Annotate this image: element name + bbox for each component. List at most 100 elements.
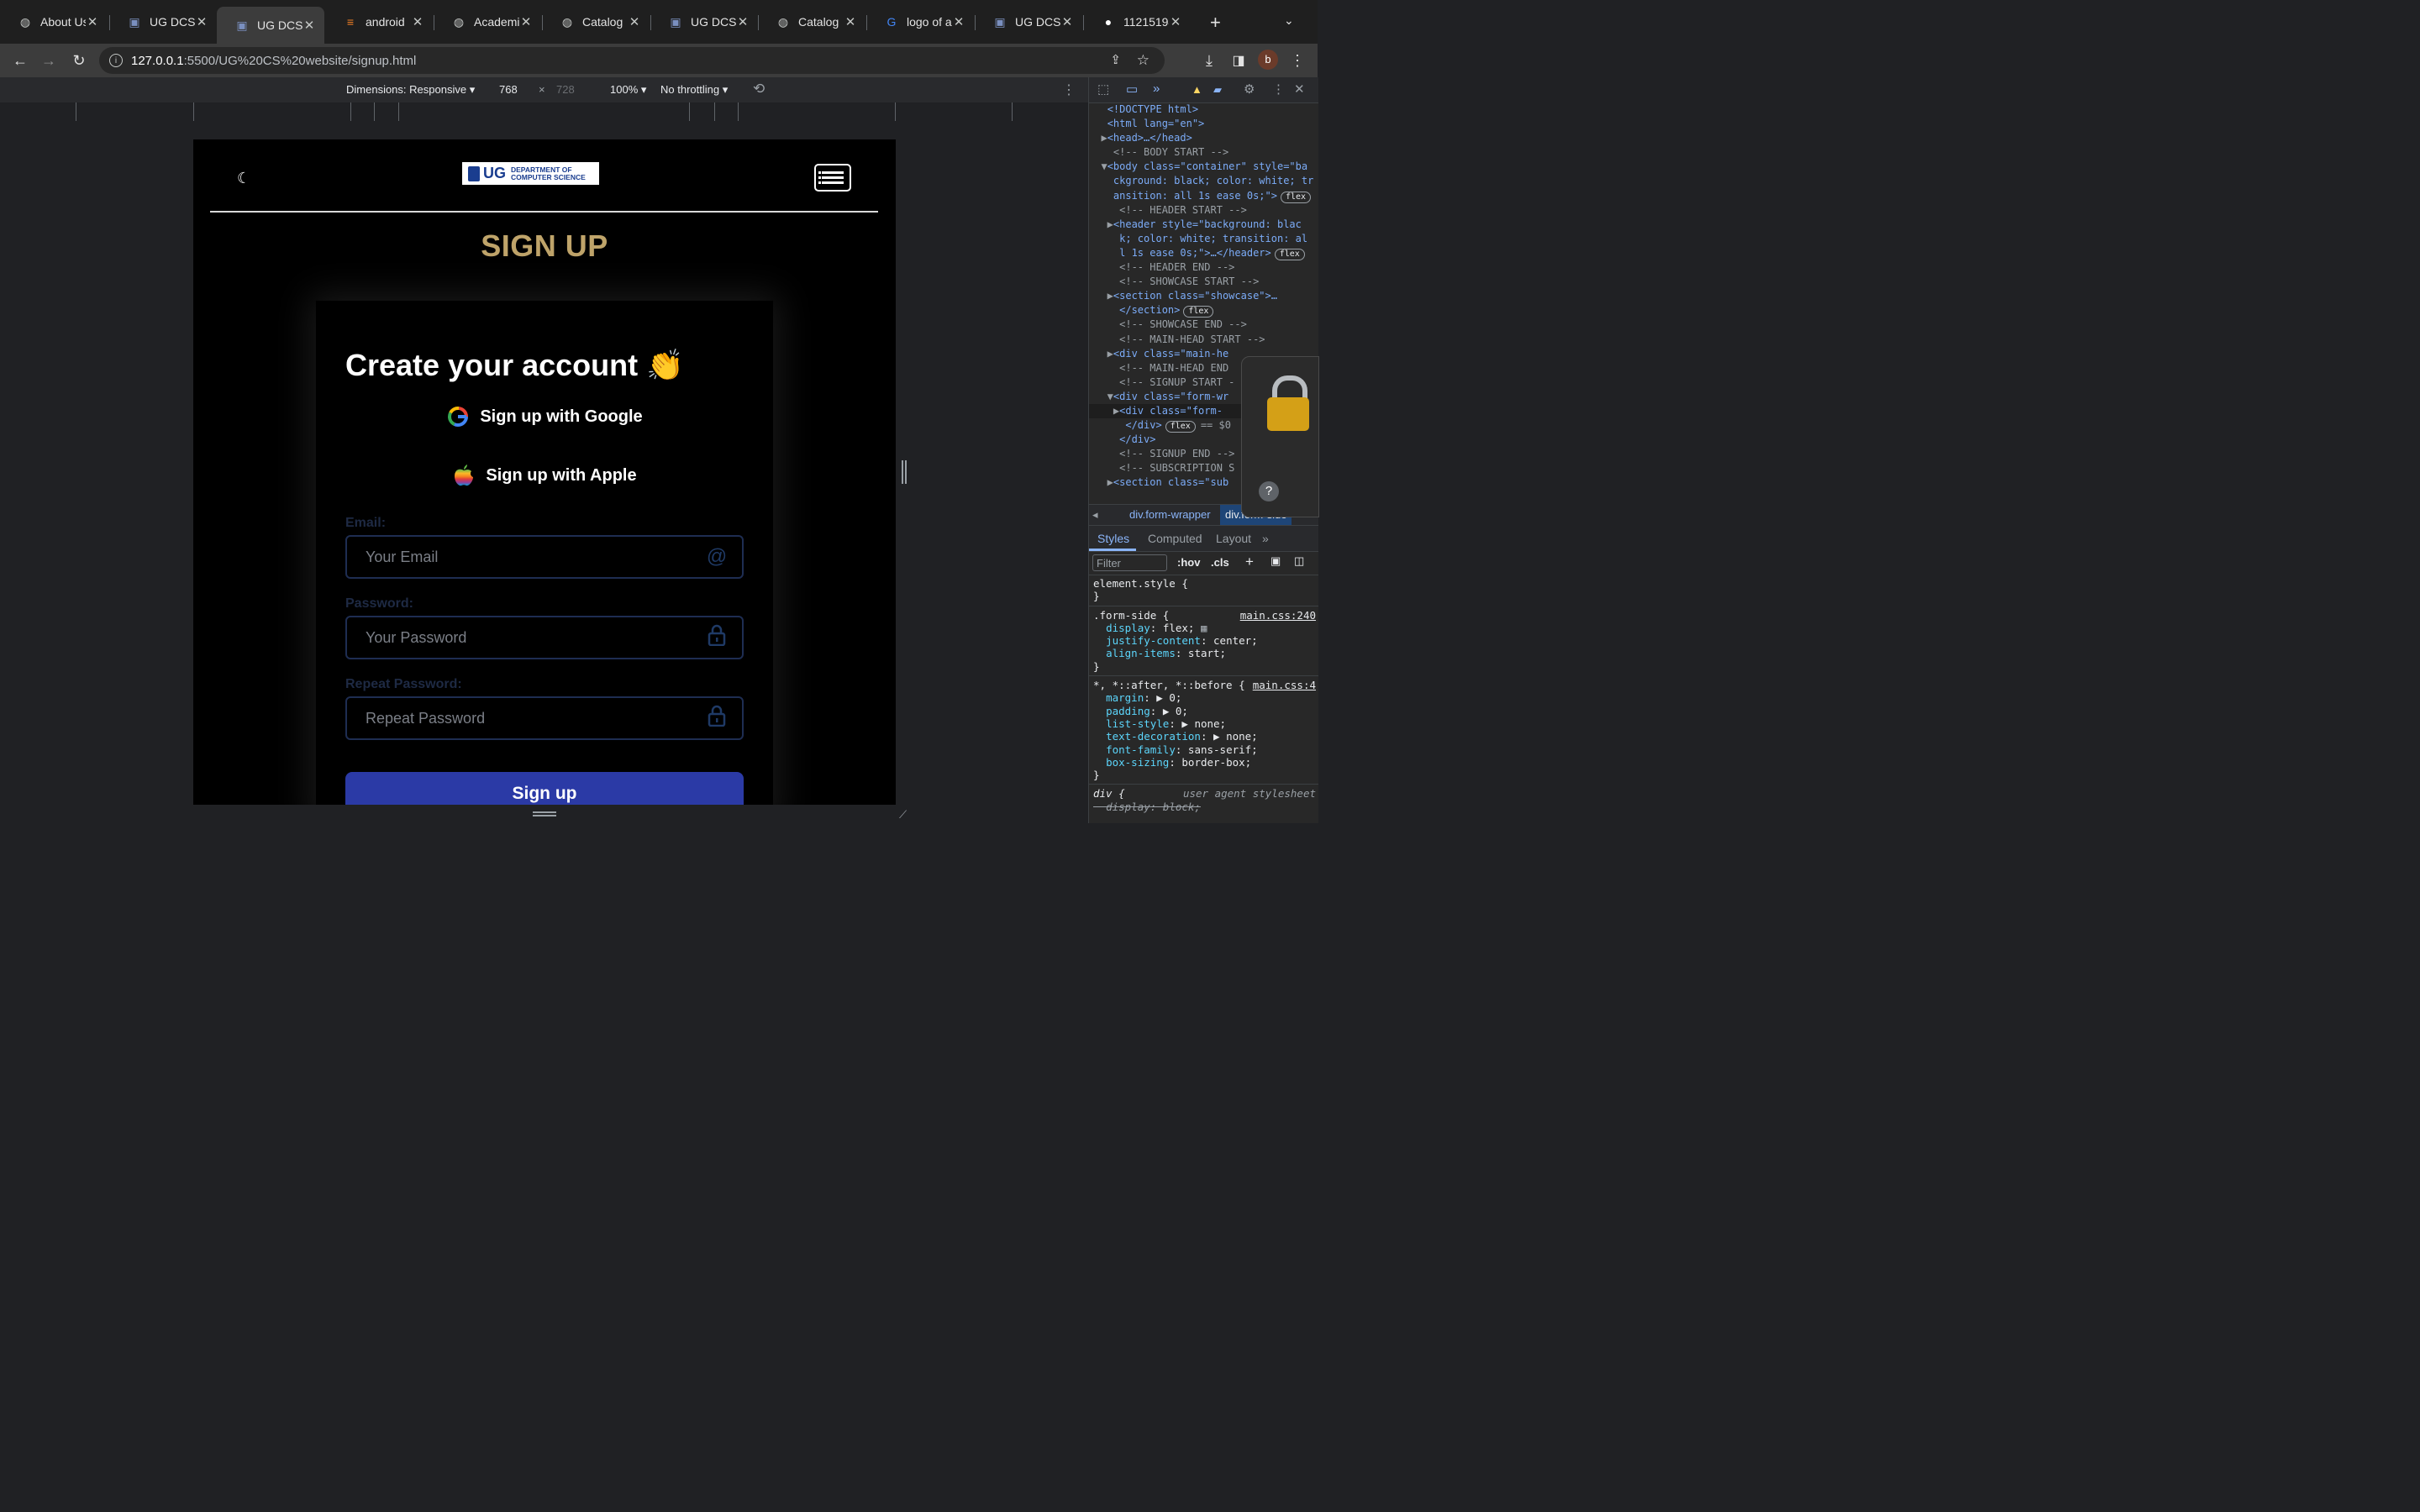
close-tab-icon[interactable]: ✕	[952, 14, 965, 29]
close-tab-icon[interactable]: ✕	[1169, 14, 1182, 29]
throttling-dropdown[interactable]: No throttling ▾	[660, 83, 728, 97]
dom-node-line[interactable]: </section> flex	[1089, 303, 1318, 318]
close-tab-icon[interactable]: ✕	[1060, 14, 1074, 29]
more-panels-icon[interactable]: »	[1153, 81, 1160, 96]
dom-node-line[interactable]: ▼<body class="container" style="ba	[1089, 160, 1318, 174]
browser-tab[interactable]: ◍ About Us ✕	[0, 7, 108, 37]
tab-computed[interactable]: Computed	[1148, 532, 1202, 545]
flex-badge[interactable]: flex	[1274, 248, 1305, 260]
inspect-element-icon[interactable]: ⬚	[1097, 81, 1109, 97]
dom-node-line[interactable]: <!-- SHOWCASE END -->	[1089, 318, 1318, 332]
download-icon[interactable]: ⤓	[1197, 49, 1221, 72]
toggle-sidebar-icon[interactable]: ◫	[1294, 554, 1304, 568]
dom-node-line[interactable]: <!DOCTYPE html>	[1089, 102, 1318, 117]
close-tab-icon[interactable]: ✕	[195, 14, 208, 29]
browser-tab[interactable]: ◍ Academi ✕	[434, 7, 541, 37]
address-bar[interactable]: i 127.0.0.1:5500/UG%20CS%20website/signu…	[99, 47, 1165, 74]
dom-node-line[interactable]: ▶<head>…</head>	[1089, 131, 1318, 145]
device-toggle-icon[interactable]: ▭	[1126, 81, 1138, 97]
browser-tab[interactable]: ▣ UG DCS ✕	[650, 7, 758, 37]
dom-node-line[interactable]: ▶<section class="showcase">…	[1089, 289, 1318, 303]
help-question-icon[interactable]: ?	[1259, 481, 1279, 501]
devtools-menu-icon[interactable]: ⋮	[1272, 81, 1285, 97]
profile-avatar[interactable]: b	[1258, 50, 1278, 70]
bookmark-star-icon[interactable]: ☆	[1137, 52, 1150, 69]
menu-button[interactable]	[814, 164, 851, 192]
flex-badge[interactable]: flex	[1280, 191, 1312, 203]
forward-arrow-icon[interactable]: →	[37, 49, 60, 72]
flex-badge[interactable]: flex	[1165, 421, 1196, 433]
tab-search-chevron-icon[interactable]: ⌄	[1284, 13, 1294, 28]
crumb-form-wrapper[interactable]: div.form-wrapper	[1129, 508, 1211, 521]
dom-node-line[interactable]: <!-- MAIN-HEAD START -->	[1089, 333, 1318, 347]
close-tab-icon[interactable]: ✕	[86, 14, 99, 29]
browser-tab[interactable]: ▣ UG DCS ✕	[975, 7, 1082, 37]
media-query-ruler[interactable]	[0, 102, 1088, 122]
apple-signup-button[interactable]: Sign up with Apple	[316, 464, 773, 487]
class-toggle[interactable]: .cls	[1211, 556, 1229, 569]
browser-tab[interactable]: ◍ Catalog ✕	[542, 7, 650, 37]
close-tab-icon[interactable]: ✕	[628, 14, 641, 29]
width-input[interactable]: 768	[499, 83, 518, 96]
dom-node-line[interactable]: <!-- HEADER START -->	[1089, 203, 1318, 218]
dom-node-line[interactable]: k; color: white; transition: al	[1089, 232, 1318, 246]
url-text[interactable]: 127.0.0.1:5500/UG%20CS%20website/signup.…	[131, 54, 416, 68]
repeat-password-field[interactable]: Repeat Password	[345, 696, 744, 740]
close-tab-icon[interactable]: ✕	[736, 14, 750, 29]
settings-gear-icon[interactable]: ⚙	[1244, 81, 1255, 97]
password-manager-popup[interactable]: ?	[1241, 356, 1319, 517]
browser-tab[interactable]: ▣ UG DCS ✕	[109, 7, 217, 37]
warning-icon[interactable]: ▲	[1192, 83, 1202, 96]
viewport-resize-handle-corner[interactable]: ⟋	[899, 808, 907, 822]
back-arrow-icon[interactable]: ←	[8, 49, 32, 72]
site-info-icon[interactable]: i	[109, 54, 123, 67]
viewport-resize-handle-bottom[interactable]	[533, 811, 556, 816]
google-signup-button[interactable]: Sign up with Google	[316, 405, 773, 428]
browser-tab[interactable]: ● 11215194✕	[1083, 7, 1191, 37]
close-tab-icon[interactable]: ✕	[302, 18, 316, 33]
browser-menu-icon[interactable]: ⋮	[1286, 49, 1309, 72]
browser-tab[interactable]: ≡ android ✕	[325, 7, 433, 37]
crumb-scroll-left-icon[interactable]: ◂	[1092, 508, 1098, 522]
dom-node-line[interactable]: <!-- SHOWCASE START -->	[1089, 275, 1318, 289]
dom-node-line[interactable]: <!-- HEADER END -->	[1089, 260, 1318, 275]
dom-node-line[interactable]: <!-- BODY START -->	[1089, 145, 1318, 160]
dom-node-line[interactable]: <html lang="en">	[1089, 117, 1318, 131]
viewport-resize-handle-right[interactable]	[902, 460, 907, 484]
tab-styles[interactable]: Styles	[1097, 532, 1129, 545]
email-field[interactable]: Your Email @	[345, 535, 744, 579]
issues-icon[interactable]: ▰	[1213, 83, 1222, 97]
styles-filter-input[interactable]: Filter	[1092, 554, 1167, 571]
rule-universal[interactable]: *, *::after, *::before {main.css:4	[1093, 679, 1318, 691]
rule-div-ua[interactable]: div {user agent stylesheet	[1093, 787, 1318, 800]
reload-icon[interactable]: ↻	[67, 49, 91, 72]
zoom-dropdown[interactable]: 100% ▾	[610, 83, 646, 97]
rule-source-link[interactable]: main.css:240	[1240, 609, 1316, 622]
dom-node-line[interactable]: ansition: all 1s ease 0s;"> flex	[1089, 189, 1318, 203]
browser-tab[interactable]: ▣ UG DCS ✕	[217, 7, 324, 44]
dom-node-line[interactable]: ▶<header style="background: blac	[1089, 218, 1318, 232]
password-field[interactable]: Your Password	[345, 616, 744, 659]
dimensions-dropdown[interactable]: Dimensions: Responsive ▾	[346, 83, 475, 97]
new-rule-icon[interactable]: +	[1245, 554, 1254, 570]
browser-tab[interactable]: Glogo of a ✕	[866, 7, 974, 37]
moon-icon[interactable]: ☾	[237, 170, 250, 187]
paint-icon[interactable]: ▣	[1270, 554, 1281, 568]
tab-layout[interactable]: Layout	[1216, 532, 1251, 545]
device-options-icon[interactable]: ⋮	[1062, 81, 1076, 98]
rotate-icon[interactable]: ⟲	[753, 81, 765, 97]
rule-form-side[interactable]: .form-side {main.css:240	[1093, 609, 1318, 622]
hover-state-toggle[interactable]: :hov	[1177, 556, 1200, 569]
dom-node-line[interactable]: ckground: black; color: white; tr	[1089, 174, 1318, 188]
flex-badge[interactable]: flex	[1183, 306, 1214, 318]
rule-source-link[interactable]: main.css:4	[1253, 679, 1316, 691]
flex-editor-icon[interactable]: ▦	[1201, 622, 1207, 634]
department-logo[interactable]: UG DEPARTMENT OF COMPUTER SCIENCE	[462, 162, 599, 185]
close-devtools-icon[interactable]: ✕	[1294, 81, 1305, 97]
close-tab-icon[interactable]: ✕	[844, 14, 857, 29]
side-panel-icon[interactable]: ◨	[1227, 49, 1250, 72]
dom-node-line[interactable]: l 1s ease 0s;">…</header> flex	[1089, 246, 1318, 260]
rule-element-style[interactable]: element.style {	[1093, 577, 1318, 590]
new-tab-button[interactable]: +	[1210, 12, 1221, 34]
signup-submit-button[interactable]: Sign up	[345, 772, 744, 805]
